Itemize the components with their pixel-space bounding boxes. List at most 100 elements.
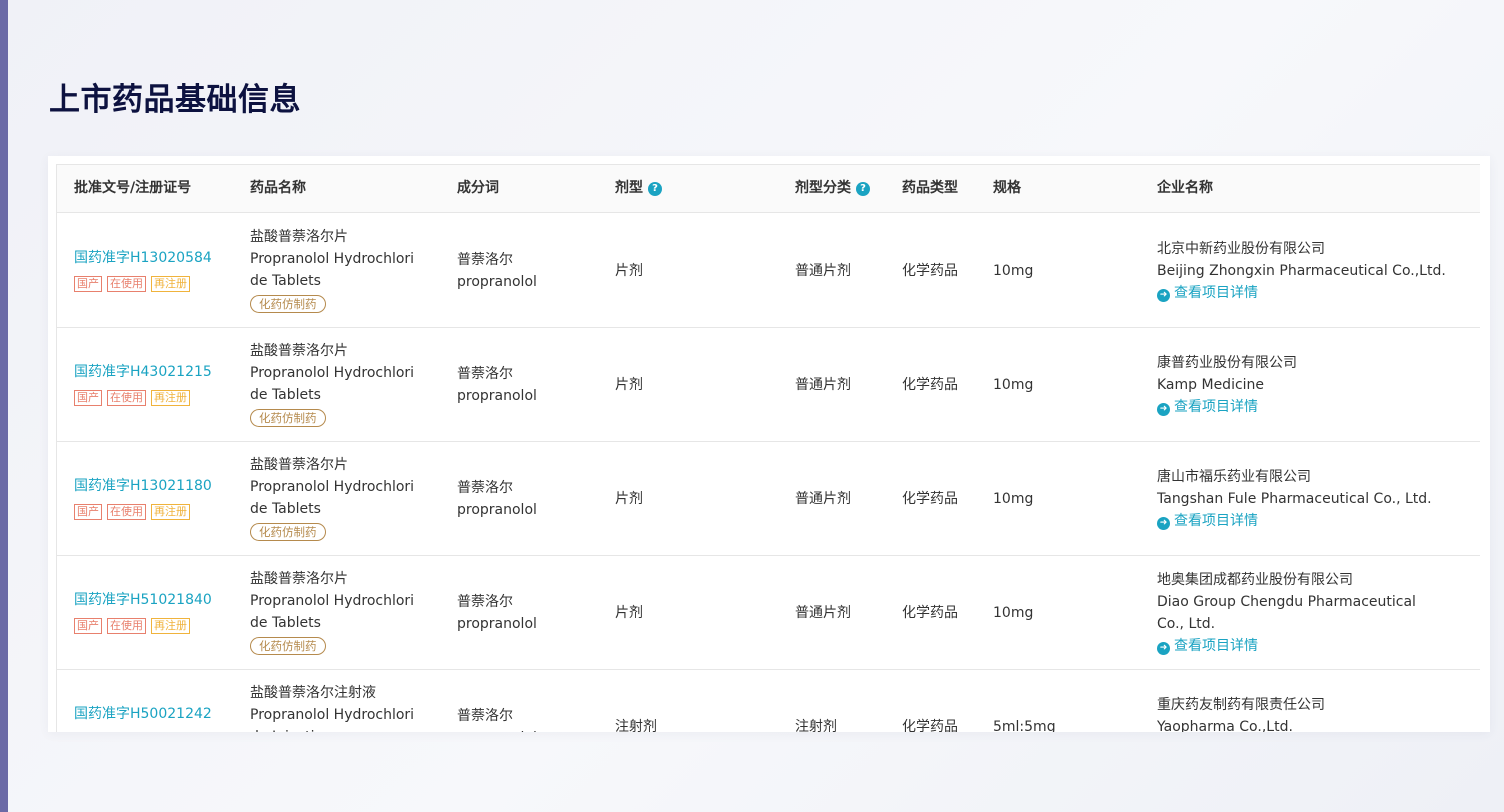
company-name-en: Yaopharma Co.,Ltd. <box>1157 719 1293 732</box>
dosage-form-cell: 片剂 <box>615 377 643 393</box>
drug-type-cell: 化学药品 <box>902 605 958 621</box>
view-details-label: 查看项目详情 <box>1174 513 1258 529</box>
dosage-category-cell: 普通片剂 <box>795 377 851 393</box>
drug-category-tag: 化药仿制药 <box>250 637 326 655</box>
spec-cell: 10mg <box>993 263 1034 279</box>
view-details-link[interactable]: ➜ 查看项目详情 <box>1157 635 1447 657</box>
view-details-label: 查看项目详情 <box>1174 399 1258 415</box>
company-name-en: Diao Group Chengdu Pharmaceutical Co., L… <box>1157 594 1416 632</box>
table-row: 国药准字H13020584 国产 在使用 再注册 盐酸普萘洛尔片 Propranol… <box>57 214 1480 328</box>
drug-name-en: Propranolol Hydrochloride Tablets <box>250 593 415 631</box>
header-spec: 规格 <box>993 180 1021 196</box>
tag-domestic: 国产 <box>74 390 102 406</box>
drug-type-cell: 化学药品 <box>902 719 958 732</box>
approval-number-link[interactable]: 国药准字H51021840 <box>74 589 212 611</box>
tag-re-registered: 再注册 <box>151 390 190 406</box>
tag-domestic: 国产 <box>74 276 102 292</box>
view-details-link[interactable]: ➜ 查看项目详情 <box>1157 282 1447 304</box>
status-tags: 国产在使用再注册 <box>74 272 212 294</box>
table-row: 国药准字H51021840 国产 在使用 再注册 盐酸普萘洛尔片 Propranol… <box>57 556 1480 670</box>
ingredient-en: propranolol <box>457 388 537 404</box>
tag-in-use: 在使用 <box>107 276 146 292</box>
header-company: 企业名称 <box>1157 180 1213 196</box>
approval-number-link[interactable]: 国药准字H50021242 <box>74 703 212 725</box>
approval-number-link[interactable]: 国药准字H13021180 <box>74 475 212 497</box>
dosage-category-cell: 普通片剂 <box>795 605 851 621</box>
spec-cell: 10mg <box>993 377 1034 393</box>
status-tags: 国产在使用再注册 <box>74 728 212 732</box>
tag-in-use: 在使用 <box>107 504 146 520</box>
arrow-right-circle-icon: ➜ <box>1157 642 1170 655</box>
drug-name-cn: 盐酸普萘洛尔片 <box>250 457 348 473</box>
approval-cell: 国药准字H50021242 国产在使用再注册 <box>74 703 212 732</box>
drug-category-tag: 化药仿制药 <box>250 295 326 313</box>
drug-type-cell: 化学药品 <box>902 377 958 393</box>
ingredient-cell: 普萘洛尔 propranolol <box>457 249 537 293</box>
ingredient-en: propranolol <box>457 502 537 518</box>
company-cell: 唐山市福乐药业有限公司 Tangshan Fule Pharmaceutical… <box>1157 466 1447 532</box>
left-accent-bar <box>0 0 8 812</box>
dosage-category-cell: 普通片剂 <box>795 263 851 279</box>
approval-cell: 国药准字H43021215 国产 在使用 再注册 <box>74 361 212 408</box>
header-drug-name: 药品名称 <box>250 180 306 196</box>
drug-name-cn: 盐酸普萘洛尔注射液 <box>250 685 376 701</box>
view-details-link[interactable]: ➜ 查看项目详情 <box>1157 510 1447 532</box>
company-name-en: Kamp Medicine <box>1157 377 1265 393</box>
tag-domestic: 国产 <box>74 618 102 634</box>
table-header: 批准文号/注册证号 药品名称 成分词 剂型? 剂型分类? 药品类型 规格 企业名… <box>57 165 1480 213</box>
spec-cell: 10mg <box>993 605 1034 621</box>
tag-in-use: 在使用 <box>107 618 146 634</box>
drug-name-cn: 盐酸普萘洛尔片 <box>250 229 348 245</box>
ingredient-cell: 普萘洛尔 propranolol <box>457 591 537 635</box>
help-icon[interactable]: ? <box>648 182 662 196</box>
ingredient-cell: 普萘洛尔 propranolol <box>457 363 537 407</box>
status-tags: 国产在使用再注册 <box>74 386 212 408</box>
drug-name-en: Propranolol Hydrochloride Injection <box>250 707 415 732</box>
header-ingredient: 成分词 <box>457 180 499 196</box>
arrow-right-circle-icon: ➜ <box>1157 403 1170 416</box>
drug-type-cell: 化学药品 <box>902 491 958 507</box>
view-details-label: 查看项目详情 <box>1174 285 1258 301</box>
ingredient-cell: 普萘洛尔 propranolol <box>457 477 537 521</box>
arrow-right-circle-icon: ➜ <box>1157 289 1170 302</box>
drug-name-cell: 盐酸普萘洛尔片 Propranolol Hydrochloride Tablet… <box>250 454 422 543</box>
dosage-form-cell: 注射剂 <box>615 719 657 732</box>
company-cell: 重庆药友制药有限责任公司 Yaopharma Co.,Ltd. ➜查看项目详情 <box>1157 694 1447 732</box>
company-name-cn: 地奥集团成都药业股份有限公司 <box>1157 572 1353 588</box>
approval-number-link[interactable]: 国药准字H13020584 <box>74 247 212 269</box>
header-dosage-category: 剂型分类? <box>795 165 870 213</box>
tag-domestic: 国产 <box>74 504 102 520</box>
tag-re-registered: 再注册 <box>151 276 190 292</box>
dosage-form-cell: 片剂 <box>615 491 643 507</box>
approval-cell: 国药准字H51021840 国产 在使用 再注册 <box>74 589 212 636</box>
view-details-link[interactable]: ➜ 查看项目详情 <box>1157 396 1447 418</box>
drug-category-tag: 化药仿制药 <box>250 523 326 541</box>
drug-name-cn: 盐酸普萘洛尔片 <box>250 571 348 587</box>
ingredient-en: propranolol <box>457 727 537 732</box>
ingredient-cell: 普萘洛尔 propranolol <box>457 705 537 732</box>
drug-category-tag: 化药仿制药 <box>250 409 326 427</box>
approval-number-link[interactable]: 国药准字H43021215 <box>74 361 212 383</box>
company-name-en: Tangshan Fule Pharmaceutical Co., Ltd. <box>1157 491 1432 507</box>
ingredient-cn: 普萘洛尔 <box>457 366 513 382</box>
drug-name-cell: 盐酸普萘洛尔注射液 Propranolol Hydrochloride Inje… <box>250 682 422 732</box>
drug-name-en: Propranolol Hydrochloride Tablets <box>250 479 415 517</box>
company-cell: 地奥集团成都药业股份有限公司 Diao Group Chengdu Pharma… <box>1157 569 1447 657</box>
ingredient-cn: 普萘洛尔 <box>457 594 513 610</box>
help-icon[interactable]: ? <box>856 182 870 196</box>
drug-name-cell: 盐酸普萘洛尔片 Propranolol Hydrochloride Tablet… <box>250 568 422 657</box>
spec-cell: 10mg <box>993 491 1034 507</box>
company-cell: 北京中新药业股份有限公司 Beijing Zhongxin Pharmaceut… <box>1157 238 1447 304</box>
ingredient-en: propranolol <box>457 274 537 290</box>
header-dosage-form: 剂型? <box>615 165 662 213</box>
table-row: 国药准字H13021180 国产 在使用 再注册 盐酸普萘洛尔片 Propranol… <box>57 442 1480 556</box>
page-title: 上市药品基础信息 <box>49 82 301 118</box>
drug-type-cell: 化学药品 <box>902 263 958 279</box>
drug-table: 批准文号/注册证号 药品名称 成分词 剂型? 剂型分类? 药品类型 规格 企业名… <box>56 164 1480 732</box>
drug-name-en: Propranolol Hydrochloride Tablets <box>250 251 415 289</box>
header-approval-no: 批准文号/注册证号 <box>74 180 192 196</box>
company-name-cn: 重庆药友制药有限责任公司 <box>1157 697 1325 713</box>
company-cell: 康普药业股份有限公司 Kamp Medicine ➜ 查看项目详情 <box>1157 352 1447 418</box>
table-row: 国药准字H43021215 国产 在使用 再注册 盐酸普萘洛尔片 Propranol… <box>57 328 1480 442</box>
drug-name-cell: 盐酸普萘洛尔片 Propranolol Hydrochloride Tablet… <box>250 340 422 429</box>
